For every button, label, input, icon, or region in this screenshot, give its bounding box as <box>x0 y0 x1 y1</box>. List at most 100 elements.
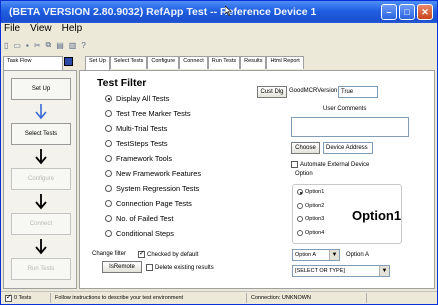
checked-default-checkbox[interactable] <box>138 249 145 258</box>
radio-icon[interactable] <box>105 230 112 237</box>
option-big-label: Option1 <box>352 208 402 223</box>
tab-select-tests[interactable]: Select Tests <box>109 56 148 69</box>
filter-option[interactable]: System Regression Tests <box>105 181 201 196</box>
option-item[interactable]: Option2 <box>297 203 324 209</box>
step-run-tests[interactable]: Run Tests <box>11 258 71 280</box>
new-icon[interactable]: ▯ <box>4 41 8 50</box>
step-set-up[interactable]: Set Up <box>11 78 71 100</box>
user-comments-label: User Comments <box>323 106 367 112</box>
tab-connect[interactable]: Connect <box>179 56 208 69</box>
delete-existing-label: Delete existing results <box>155 264 214 271</box>
chevron-down-icon[interactable]: ▼ <box>379 266 389 276</box>
tab-results[interactable]: Results <box>240 56 267 69</box>
window-title: (BETA VERSION 2.80.9032) RefApp Test -- … <box>9 6 317 18</box>
mouse-cursor-icon <box>225 6 232 16</box>
delete-existing-checkbox[interactable] <box>146 264 153 271</box>
radio-icon[interactable] <box>105 140 112 147</box>
good-mcr-label: GoodMCRVersion <box>289 88 338 94</box>
cust-dlg-button[interactable]: Cust Dlg <box>257 86 287 98</box>
minimize-button[interactable]: – <box>381 4 397 20</box>
step-select-tests[interactable]: Select Tests <box>11 123 71 145</box>
filter-option[interactable]: Multi-Trial Tests <box>105 121 201 136</box>
tab-html-report[interactable]: Html Report <box>266 56 304 69</box>
paste-icon[interactable]: ▤ <box>56 41 64 50</box>
test-filter-options: Display All Tests Test Tree Marker Tests… <box>105 91 201 241</box>
radio-icon[interactable] <box>297 203 303 209</box>
filter-option[interactable]: Framework Tools <box>105 151 201 166</box>
panel-toggle-icon[interactable] <box>64 57 73 66</box>
outer-tab-strip: Task Flow <box>3 56 73 70</box>
arrow-down-icon <box>35 194 47 210</box>
menu-file[interactable]: File <box>4 23 20 37</box>
change-filter-label: Change filter <box>92 251 127 257</box>
close-button[interactable]: ✕ <box>417 4 433 20</box>
radio-icon[interactable] <box>105 155 112 162</box>
filter-option[interactable]: TestSteps Tests <box>105 136 201 151</box>
user-comments-field[interactable] <box>291 117 409 137</box>
radio-icon[interactable] <box>105 185 112 192</box>
tab-task-flow[interactable]: Task Flow <box>3 56 63 70</box>
copy-icon[interactable]: ⧉ <box>46 40 52 50</box>
good-mcr-field[interactable]: True <box>338 86 378 98</box>
filter-option[interactable]: No. of Failed Test <box>105 211 201 226</box>
menu-bar: File View Help <box>1 23 437 37</box>
print-icon[interactable]: ▥ <box>69 41 77 50</box>
radio-icon[interactable] <box>297 230 303 236</box>
inner-tab-strip: Set Up Select Tests Configure Connect Ru… <box>85 56 304 70</box>
type-select[interactable]: [SELECT OR TYPE] ▼ <box>292 265 390 277</box>
save-icon[interactable]: ▪ <box>26 41 29 50</box>
filter-option[interactable]: Display All Tests <box>105 91 201 106</box>
radio-icon[interactable] <box>105 170 112 177</box>
open-icon[interactable]: ▭ <box>13 41 21 50</box>
task-flow-panel: Set Up Select Tests Configure Connect Ru… <box>3 70 77 289</box>
radio-icon[interactable] <box>297 216 303 222</box>
choose-button[interactable]: Choose <box>291 142 320 154</box>
radio-icon[interactable] <box>105 110 112 117</box>
radio-icon[interactable] <box>105 200 112 207</box>
is-remote-button[interactable]: IsRemote <box>102 261 142 273</box>
setup-panel: Test Filter Display All Tests Test Tree … <box>79 70 435 289</box>
automate-row[interactable]: Automate External Device <box>291 161 369 168</box>
filter-option[interactable]: Conditional Steps <box>105 226 201 241</box>
filter-option[interactable]: New Framework Features <box>105 166 201 181</box>
toolbar: ▯ ▭ ▪ ✂ ⧉ ▤ ▥ ? <box>1 38 437 52</box>
arrow-down-icon <box>35 104 47 120</box>
change-filter-row: Change filter <box>92 251 126 257</box>
device-address-field[interactable]: Device Address <box>323 142 373 154</box>
status-tests: 0 Tests <box>1 293 51 303</box>
tab-configure[interactable]: Configure <box>147 56 180 69</box>
status-bar: 0 Tests Follow instructions to describe … <box>1 291 437 304</box>
option-item[interactable]: Option1 <box>297 189 324 195</box>
radio-icon[interactable] <box>105 215 112 222</box>
option-item[interactable]: Option4 <box>297 230 324 236</box>
status-check-icon <box>5 293 12 302</box>
radio-icon[interactable] <box>105 125 112 132</box>
option-item[interactable]: Option3 <box>297 216 324 222</box>
tab-set-up[interactable]: Set Up <box>85 56 110 70</box>
app-window: (BETA VERSION 2.80.9032) RefApp Test -- … <box>0 0 438 305</box>
checked-default-row[interactable]: Checked by default <box>138 249 199 258</box>
step-connect[interactable]: Connect <box>11 213 71 235</box>
menu-view[interactable]: View <box>30 23 52 37</box>
cut-icon[interactable]: ✂ <box>34 41 41 50</box>
test-filter-title: Test Filter <box>97 77 147 89</box>
filter-option[interactable]: Connection Page Tests <box>105 196 201 211</box>
radio-icon[interactable] <box>105 95 112 102</box>
option-select[interactable]: Option A ▼ <box>292 249 340 261</box>
checked-default-label: Checked by default <box>147 251 199 258</box>
help-icon[interactable]: ? <box>81 41 85 50</box>
status-message: Follow instructions to describe your tes… <box>51 293 247 303</box>
automate-checkbox[interactable] <box>291 161 298 168</box>
step-configure[interactable]: Configure <box>11 168 71 190</box>
radio-icon[interactable] <box>297 189 303 195</box>
menu-help[interactable]: Help <box>62 23 83 37</box>
option-group-title: Option <box>295 171 313 177</box>
tab-run-tests[interactable]: Run Tests <box>207 56 241 69</box>
maximize-button[interactable]: □ <box>399 4 415 20</box>
filter-option[interactable]: Test Tree Marker Tests <box>105 106 201 121</box>
delete-existing-row[interactable]: Delete existing results <box>146 264 214 271</box>
chevron-down-icon[interactable]: ▼ <box>329 250 339 260</box>
automate-label: Automate External Device <box>300 161 370 168</box>
title-bar[interactable]: (BETA VERSION 2.80.9032) RefApp Test -- … <box>1 1 437 23</box>
option-select-label: Option A <box>346 252 370 258</box>
